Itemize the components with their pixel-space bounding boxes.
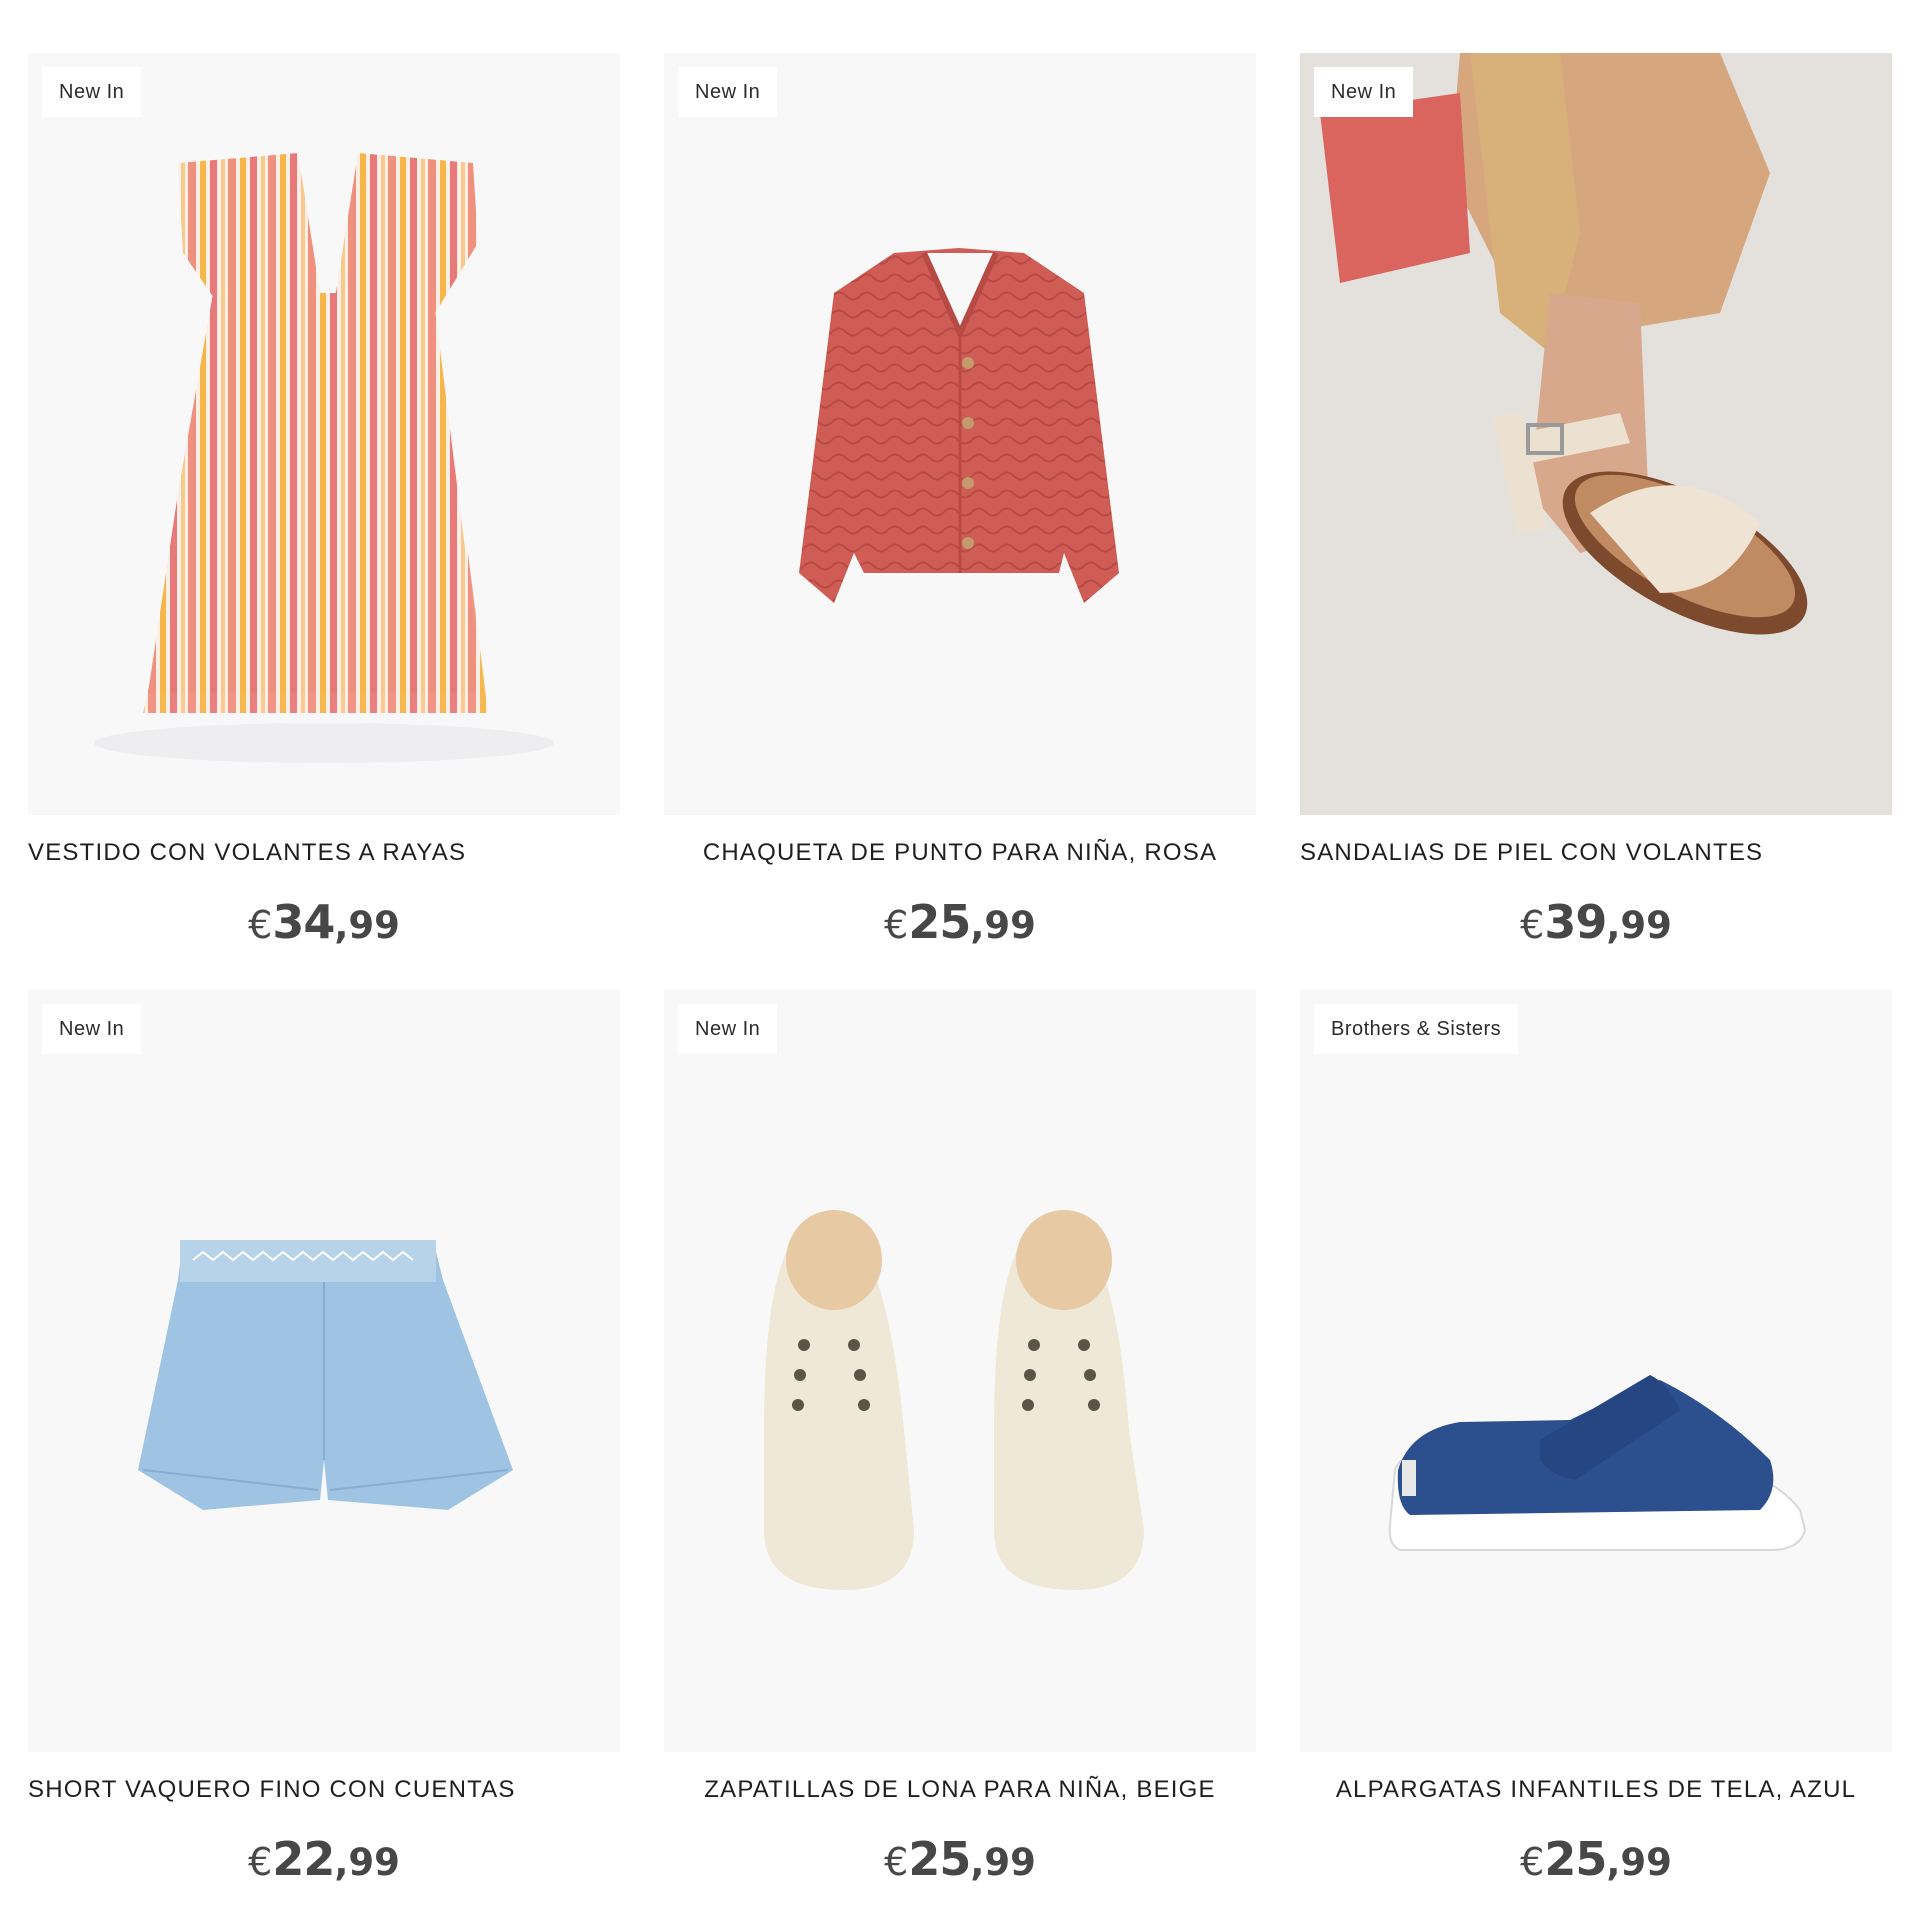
product-card[interactable]: New In ZAPATILLAS DE LONA PARA NIÑA, BEI… <box>664 990 1256 1898</box>
product-badge: New In <box>1314 67 1414 117</box>
striped-ruffle-dress-image <box>94 153 554 763</box>
product-card[interactable]: New In SHORT VAQUERO FINO CON CUENTAS €2… <box>28 990 620 1898</box>
product-image[interactable]: Brothers & Sisters <box>1300 990 1892 1752</box>
product-name[interactable]: VESTIDO CON VOLANTES A RAYAS <box>28 815 620 891</box>
leather-ruffle-sandal-image <box>1300 53 1892 815</box>
product-name[interactable]: CHAQUETA DE PUNTO PARA NIÑA, ROSA <box>664 815 1256 891</box>
product-badge: New In <box>678 1004 778 1054</box>
product-badge: Brothers & Sisters <box>1314 1004 1519 1054</box>
product-name[interactable]: SHORT VAQUERO FINO CON CUENTAS <box>28 1752 620 1828</box>
product-badge: New In <box>42 67 142 117</box>
product-card[interactable]: New In SANDALIAS DE PIEL CON VOLANTES €3… <box>1300 53 1892 961</box>
knit-cardigan-image <box>799 248 1119 603</box>
product-price: €25,99 <box>884 895 1036 949</box>
product-name[interactable]: SANDALIAS DE PIEL CON VOLANTES <box>1300 815 1892 891</box>
product-badge: New In <box>42 1004 142 1054</box>
product-name[interactable]: ALPARGATAS INFANTILES DE TELA, AZUL <box>1300 1752 1892 1828</box>
product-image[interactable]: New In <box>28 990 620 1752</box>
product-card[interactable]: Brothers & Sisters ALPARGATAS INFANTILES… <box>1300 990 1892 1898</box>
canvas-sneakers-image <box>764 1210 1144 1590</box>
product-image[interactable]: New In <box>1300 53 1892 815</box>
blue-espadrille-image <box>1388 1375 1807 1551</box>
product-price: €39,99 <box>1520 895 1672 949</box>
product-name[interactable]: ZAPATILLAS DE LONA PARA NIÑA, BEIGE <box>664 1752 1256 1828</box>
product-price: €34,99 <box>248 895 400 949</box>
product-price: €25,99 <box>884 1832 1036 1886</box>
product-price: €25,99 <box>1520 1832 1672 1886</box>
product-badge: New In <box>678 67 778 117</box>
product-card[interactable]: New In VESTIDO CON VOLANTES A RAYAS €34,… <box>28 53 620 961</box>
product-image[interactable]: New In <box>664 53 1256 815</box>
product-image[interactable]: New In <box>664 990 1256 1752</box>
product-image[interactable]: New In <box>28 53 620 815</box>
product-card[interactable]: New In CHAQUETA DE PUNTO PARA NIÑA, ROSA… <box>664 53 1256 961</box>
product-price: €22,99 <box>248 1832 400 1886</box>
denim-shorts-image <box>138 1240 513 1510</box>
